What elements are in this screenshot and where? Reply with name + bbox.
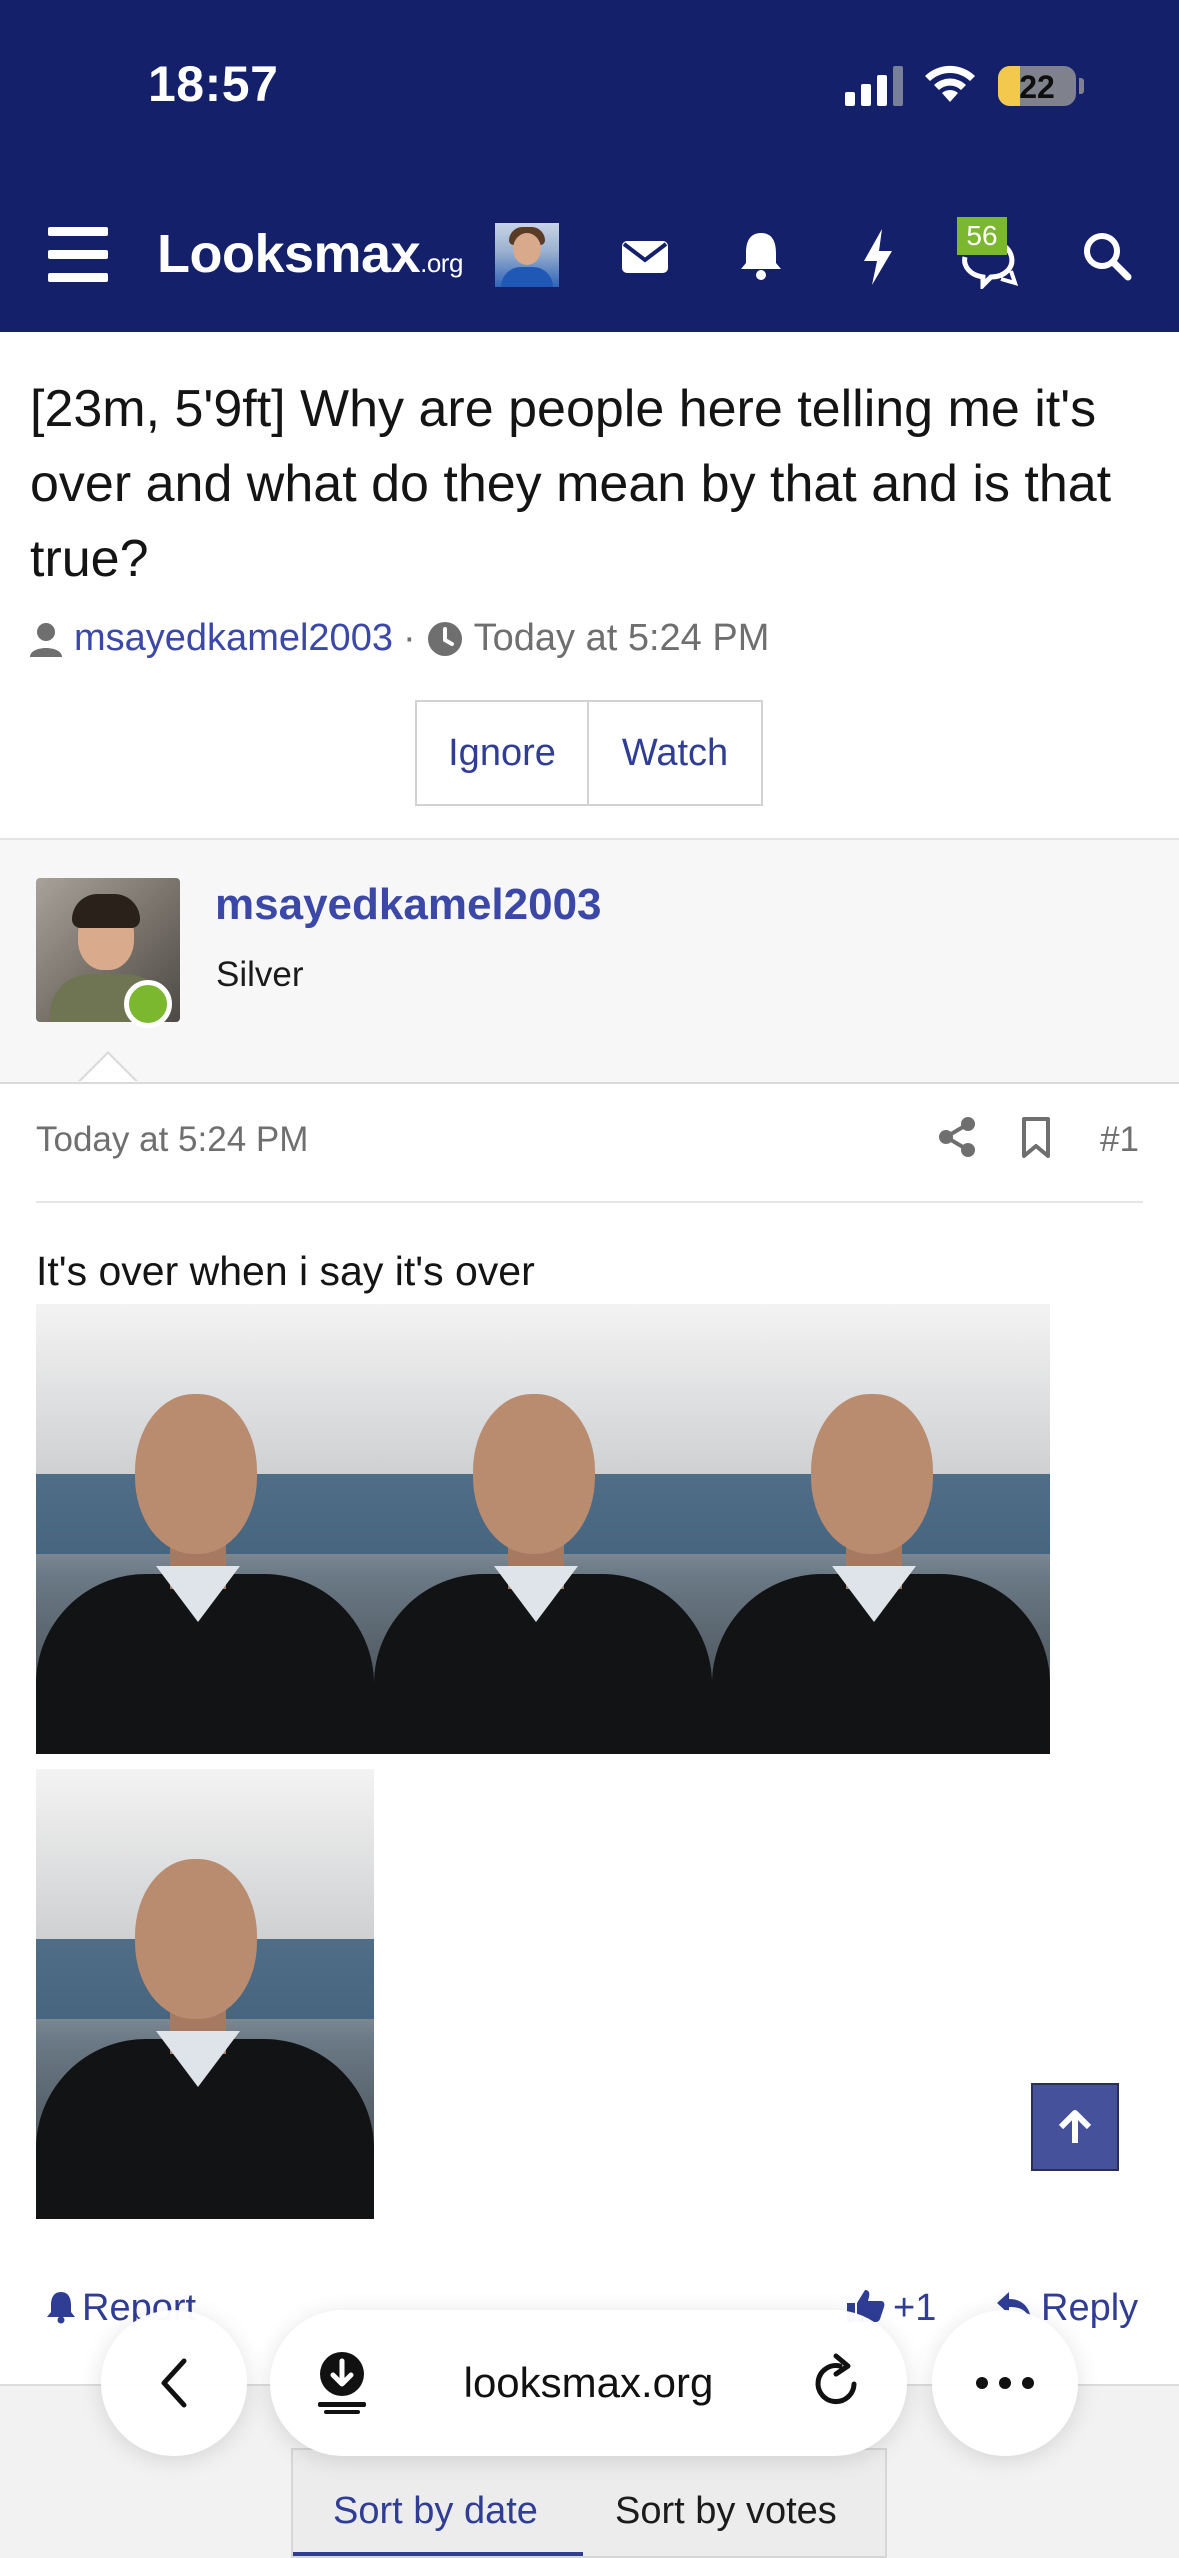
clock-icon: [427, 621, 462, 656]
browser-address-bar[interactable]: looksmax.org: [270, 2310, 907, 2456]
watch-button[interactable]: Watch: [589, 700, 763, 806]
attached-photo[interactable]: [374, 1304, 712, 1754]
menu-icon[interactable]: [48, 227, 108, 283]
download-icon[interactable]: [312, 2350, 372, 2414]
site-header: 18:57 22 Looksmax.org 56: [0, 0, 1179, 332]
bookmark-icon[interactable]: [1020, 1116, 1052, 1160]
bell-icon: [47, 2292, 75, 2324]
more-dots-icon: [976, 2377, 1034, 2389]
ignore-button[interactable]: Ignore: [415, 700, 589, 806]
meta-separator: ·: [402, 617, 416, 659]
thread-author-link[interactable]: msayedkamel2003: [74, 617, 393, 660]
post-message: It's over when i say it's over: [36, 1248, 535, 1294]
battery-tip: [1079, 78, 1084, 94]
battery-level: 22: [1019, 69, 1055, 105]
attached-photo[interactable]: [36, 1304, 374, 1754]
logo-suffix: .org: [420, 248, 463, 278]
post-date[interactable]: Today at 5:24 PM: [36, 1120, 308, 1160]
post-divider: [36, 1201, 1143, 1203]
reload-icon[interactable]: [810, 2352, 866, 2412]
post-username[interactable]: msayedkamel2003: [215, 880, 602, 930]
online-status-indicator: [124, 980, 172, 1028]
browser-back-button[interactable]: [101, 2310, 247, 2456]
search-icon[interactable]: [1082, 231, 1132, 281]
inbox-envelope-icon[interactable]: [620, 227, 670, 283]
cellular-signal-icon: [845, 66, 903, 106]
post-number[interactable]: #1: [1100, 1120, 1139, 1160]
post-arrow-inner: [80, 1054, 136, 1082]
active-tab-indicator: [293, 2552, 583, 2556]
wifi-icon: [925, 65, 975, 102]
thread-meta: msayedkamel2003 · Today at 5:24 PM: [28, 617, 769, 660]
thread-title: [23m, 5'9ft] Why are people here telling…: [30, 380, 1112, 588]
attached-photo[interactable]: [712, 1304, 1050, 1754]
status-time: 18:57: [148, 56, 279, 112]
battery-indicator: 22: [998, 66, 1076, 106]
sort-by-date-tab[interactable]: Sort by date: [333, 2490, 538, 2533]
sort-tabs: Sort by date Sort by votes: [291, 2448, 887, 2558]
conversations-badge: 56: [957, 217, 1007, 255]
account-avatar[interactable]: [495, 223, 559, 287]
url-text: looksmax.org: [463, 2359, 714, 2406]
reply-label: Reply: [1041, 2287, 1139, 2329]
lightning-icon[interactable]: [858, 227, 898, 287]
logo-text: Looksmax: [157, 224, 421, 284]
user-title: Silver: [216, 955, 304, 994]
attached-photo[interactable]: [36, 1769, 374, 2219]
chevron-left-icon: [161, 2358, 187, 2408]
like-count: +1: [893, 2287, 937, 2329]
thread-date: Today at 5:24 PM: [473, 617, 770, 659]
share-icon[interactable]: [937, 1116, 977, 1158]
user-icon: [30, 622, 62, 657]
sort-by-votes-tab[interactable]: Sort by votes: [615, 2490, 837, 2533]
scroll-to-top-button[interactable]: [1031, 2083, 1119, 2171]
post-user-block: [0, 838, 1179, 1084]
browser-more-button[interactable]: [932, 2310, 1078, 2456]
nav-bar: Looksmax.org 56: [0, 205, 1179, 305]
site-logo[interactable]: Looksmax.org: [157, 223, 463, 285]
bell-icon[interactable]: [738, 227, 784, 283]
thread-actions: Ignore Watch: [415, 700, 763, 806]
arrow-up-icon: [1058, 2110, 1092, 2143]
